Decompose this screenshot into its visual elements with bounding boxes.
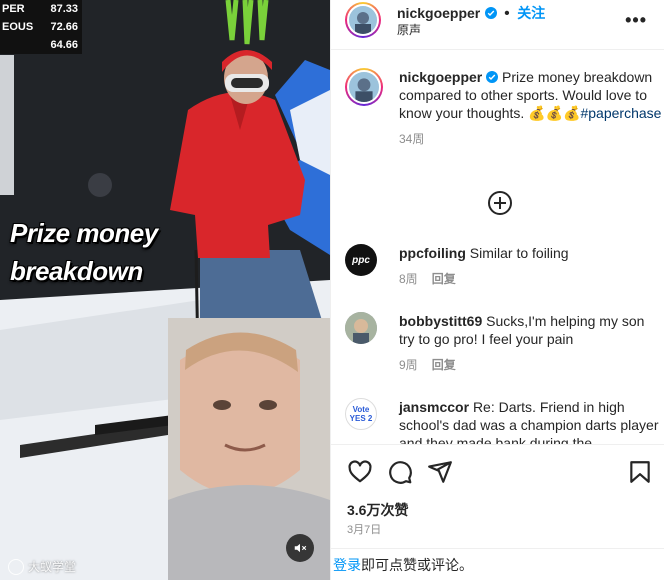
- post-panel: nickgoepper • 关注 原声 ••• nickgoepper Priz…: [330, 0, 664, 580]
- avatar-text: ppc: [352, 254, 370, 266]
- caption-text: nickgoepper Prize money breakdown compar…: [399, 68, 663, 148]
- comment-icon[interactable]: [387, 459, 413, 485]
- login-link[interactable]: 登录: [333, 557, 361, 573]
- caption-age: 34周: [399, 132, 425, 146]
- video-frame: [0, 0, 330, 580]
- post-date: 3月7日: [347, 524, 382, 536]
- verified-icon: [484, 7, 497, 19]
- action-bar: 3.6万次赞 3月7日: [331, 444, 664, 548]
- verified-icon: [486, 71, 499, 83]
- add-circle-icon[interactable]: [487, 190, 513, 216]
- comment-avatar[interactable]: Vote YES 2: [345, 398, 377, 430]
- separator: •: [504, 5, 510, 22]
- comments-list[interactable]: nickgoepper Prize money breakdown compar…: [331, 50, 664, 444]
- avatar-text: Vote YES 2: [349, 405, 373, 423]
- comment-text: jansmccor Re: Darts. Friend in high scho…: [399, 398, 663, 444]
- share-icon[interactable]: [427, 459, 453, 485]
- score-value: 64.66: [50, 39, 78, 51]
- score-value: 72.66: [50, 21, 78, 33]
- follow-button[interactable]: 关注: [517, 5, 545, 21]
- score-name: PER: [2, 3, 25, 15]
- login-prompt-text: 即可点赞或评论。: [361, 557, 473, 573]
- hashtag-link[interactable]: #paperchase: [580, 105, 661, 121]
- author-username[interactable]: nickgoepper: [397, 5, 480, 21]
- score-row: EOUS 72.66: [0, 18, 82, 36]
- watermark-text: 大蚁学堂: [28, 560, 77, 574]
- comment-username[interactable]: jansmccor: [399, 399, 469, 415]
- post-header: nickgoepper • 关注 原声 •••: [331, 0, 664, 50]
- video-player[interactable]: PER 87.33 EOUS 72.66 64.66 Prize money b…: [0, 0, 330, 580]
- watermark-logo-icon: [8, 558, 24, 575]
- comment-body: Similar to foiling: [469, 245, 569, 261]
- mute-button[interactable]: [286, 534, 314, 562]
- score-name: EOUS: [2, 21, 34, 33]
- header-title-row: nickgoepper • 关注: [397, 3, 545, 23]
- caption-username[interactable]: nickgoepper: [399, 69, 482, 85]
- avatar-image: [347, 4, 379, 36]
- score-row: PER 87.33: [0, 0, 82, 18]
- comment-text: ppcfoiling Similar to foiling 8周 回复: [399, 244, 663, 288]
- comment-username[interactable]: ppcfoiling: [399, 245, 466, 261]
- comment-avatar[interactable]: [345, 312, 377, 344]
- video-caption: Prize money breakdown: [10, 214, 210, 290]
- audio-label[interactable]: 原声: [397, 21, 421, 38]
- caption-line: breakdown: [10, 256, 143, 286]
- comment-text: bobbystitt69 Sucks,I'm helping my son tr…: [399, 312, 663, 374]
- reply-button[interactable]: 回复: [432, 270, 456, 288]
- comment-age: 9周: [399, 358, 418, 372]
- comment-age: 8周: [399, 272, 418, 286]
- bookmark-icon[interactable]: [627, 459, 653, 485]
- heart-icon[interactable]: [347, 459, 373, 485]
- scoreboard: PER 87.33 EOUS 72.66 64.66: [0, 0, 82, 54]
- author-avatar[interactable]: [345, 2, 381, 38]
- watermark: 大蚁学堂: [8, 558, 76, 575]
- reply-button[interactable]: 回复: [432, 356, 456, 374]
- caption-avatar[interactable]: [345, 68, 383, 106]
- score-value: 87.33: [50, 3, 78, 15]
- login-prompt: 登录即可点赞或评论。: [331, 548, 664, 580]
- caption-line: Prize money: [10, 218, 158, 248]
- score-row: 64.66: [0, 36, 82, 54]
- like-count[interactable]: 3.6万次赞: [347, 500, 408, 520]
- mute-icon: [294, 543, 307, 553]
- comment-avatar[interactable]: ppc: [345, 244, 377, 276]
- more-options-button[interactable]: •••: [625, 10, 647, 31]
- more-icon: •••: [625, 10, 647, 30]
- comment-username[interactable]: bobbystitt69: [399, 313, 482, 329]
